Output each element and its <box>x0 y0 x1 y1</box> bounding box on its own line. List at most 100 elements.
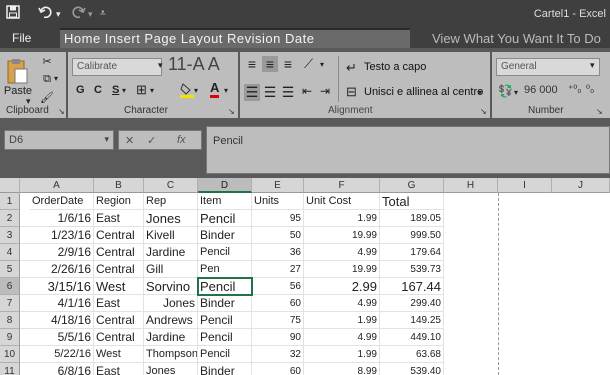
row-header-2[interactable]: 2 <box>0 210 20 227</box>
row-header-11[interactable]: 11 <box>0 363 20 375</box>
tab-strip-labels[interactable]: Home Insert Page Layout Revision Date <box>64 31 314 46</box>
paste-icon[interactable] <box>6 56 28 86</box>
cell-f6[interactable]: 2.99 <box>304 278 380 295</box>
row-header-6[interactable]: 6 <box>0 278 20 295</box>
cell-e8[interactable]: 75 <box>252 312 304 329</box>
wrap-text-button[interactable]: Testo a capo <box>364 61 426 73</box>
copy-dropdown-icon[interactable]: ▾ <box>54 74 58 83</box>
cell-d7[interactable]: Binder <box>198 295 252 312</box>
col-header-g[interactable]: G <box>380 178 444 193</box>
fill-color-icon[interactable] <box>180 82 194 98</box>
tab-strip[interactable]: Home Insert Page Layout Revision Date <box>60 28 410 48</box>
orientation-dropdown-icon[interactable]: ▾ <box>320 60 324 69</box>
cell-g7[interactable]: 299.40 <box>380 295 444 312</box>
cell-d11[interactable]: Binder <box>198 363 252 375</box>
cell-f4[interactable]: 4.99 <box>304 244 380 261</box>
format-painter-icon[interactable]: 🖌 <box>40 90 54 104</box>
cell-b11[interactable]: East <box>94 363 144 375</box>
merge-center-icon[interactable]: ⊟ <box>346 84 357 100</box>
font-name-combo[interactable]: Calibrate <box>72 58 162 76</box>
cell-e7[interactable]: 60 <box>252 295 304 312</box>
cell-d6-active[interactable]: Pencil <box>197 277 253 296</box>
cell-g8[interactable]: 149.25 <box>380 312 444 329</box>
number-format-dropdown-icon[interactable]: ▾ <box>590 60 595 71</box>
col-header-a[interactable]: A <box>20 178 94 193</box>
cell-e10[interactable]: 32 <box>252 346 304 363</box>
increase-indent-icon[interactable]: ⇥ <box>320 84 330 98</box>
cell-f9[interactable]: 4.99 <box>304 329 380 346</box>
cell-f5[interactable]: 19.99 <box>304 261 380 278</box>
cell-b7[interactable]: East <box>94 295 144 312</box>
italic-button[interactable]: C <box>94 84 102 96</box>
decrease-indent-icon[interactable]: ⇤ <box>302 84 312 98</box>
col-header-h[interactable]: H <box>444 178 498 193</box>
cell-a6[interactable]: 3/15/16 <box>20 278 94 295</box>
cell-b4[interactable]: Central <box>94 244 144 261</box>
cell-e2[interactable]: 95 <box>252 210 304 227</box>
tell-me-search[interactable]: View What You Want It To Do <box>432 31 601 46</box>
name-box[interactable]: D6 ▾ <box>4 130 114 150</box>
cell-e3[interactable]: 50 <box>252 227 304 244</box>
cell-c1[interactable]: Rep <box>144 193 198 210</box>
cell-c11[interactable]: Jones <box>144 363 198 375</box>
row-header-7[interactable]: 7 <box>0 295 20 312</box>
number-format-combo[interactable]: General <box>496 58 600 76</box>
merge-center-button[interactable]: Unisci e allinea al centro <box>364 86 483 98</box>
cell-b9[interactable]: Central <box>94 329 144 346</box>
align-center-icon[interactable]: ☰ <box>262 84 278 101</box>
cell-d2[interactable]: Pencil <box>198 210 252 227</box>
cell-f2[interactable]: 1.99 <box>304 210 380 227</box>
cell-g9[interactable]: 449.10 <box>380 329 444 346</box>
clipboard-launcher-icon[interactable]: ↘ <box>58 107 65 116</box>
cell-e9[interactable]: 90 <box>252 329 304 346</box>
cell-f7[interactable]: 4.99 <box>304 295 380 312</box>
cell-f10[interactable]: 1.99 <box>304 346 380 363</box>
align-bottom-icon[interactable]: ≡ <box>280 56 296 72</box>
insert-function-icon[interactable]: fx <box>177 134 186 146</box>
borders-dropdown-icon[interactable]: ▾ <box>150 86 154 95</box>
row-header-4[interactable]: 4 <box>0 244 20 261</box>
cell-b5[interactable]: Central <box>94 261 144 278</box>
number-launcher-icon[interactable]: ↘ <box>596 107 603 116</box>
cell-a5[interactable]: 2/26/16 <box>20 261 94 278</box>
cancel-edit-icon[interactable]: ✕ <box>125 134 134 147</box>
cell-f8[interactable]: 1.99 <box>304 312 380 329</box>
font-size-grow-shrink[interactable]: 11-A A <box>168 54 220 75</box>
cell-e1[interactable]: Units <box>252 193 304 210</box>
redo-dropdown-icon[interactable]: ▾ <box>88 9 93 20</box>
cell-c10[interactable]: Thompson <box>144 346 198 363</box>
cell-c6[interactable]: Sorvino <box>144 278 198 295</box>
cell-b8[interactable]: Central <box>94 312 144 329</box>
col-header-e[interactable]: E <box>252 178 304 193</box>
cell-c5[interactable]: Gill <box>144 261 198 278</box>
borders-icon[interactable]: ⊞ <box>136 82 147 98</box>
font-color-dropdown-icon[interactable]: ▾ <box>224 86 228 95</box>
customize-qat-icon[interactable]: ⩡ <box>100 8 106 19</box>
fill-color-dropdown-icon[interactable]: ▾ <box>194 86 198 95</box>
confirm-edit-icon[interactable]: ✓ <box>147 134 156 147</box>
row-header-10[interactable]: 10 <box>0 346 20 363</box>
cell-c8[interactable]: Andrews <box>144 312 198 329</box>
cut-icon[interactable]: ✂ <box>40 54 54 68</box>
font-name-dropdown-icon[interactable]: ▾ <box>158 60 163 71</box>
cell-d3[interactable]: Binder <box>198 227 252 244</box>
cell-a11[interactable]: 6/8/16 <box>20 363 94 375</box>
row-header-8[interactable]: 8 <box>0 312 20 329</box>
cell-a3[interactable]: 1/23/16 <box>20 227 94 244</box>
tab-file[interactable]: File <box>12 31 31 45</box>
copy-icon[interactable]: ⧉ <box>40 72 54 86</box>
cell-d9[interactable]: Pencil <box>198 329 252 346</box>
cell-g4[interactable]: 179.64 <box>380 244 444 261</box>
align-middle-icon[interactable]: ≡ <box>262 56 278 72</box>
underline-button[interactable]: S <box>112 84 119 96</box>
cell-a1[interactable]: OrderDate <box>30 193 94 210</box>
cell-c9[interactable]: Jardine <box>144 329 198 346</box>
cell-a10[interactable]: 5/22/16 <box>20 346 94 363</box>
cell-g2[interactable]: 189.05 <box>380 210 444 227</box>
font-launcher-icon[interactable]: ↘ <box>228 107 235 116</box>
cell-e4[interactable]: 36 <box>252 244 304 261</box>
col-header-i[interactable]: I <box>498 178 552 193</box>
accounting-format-icon[interactable]: 💱 <box>498 84 513 98</box>
underline-dropdown-icon[interactable]: ▾ <box>122 86 126 95</box>
cell-e5[interactable]: 27 <box>252 261 304 278</box>
